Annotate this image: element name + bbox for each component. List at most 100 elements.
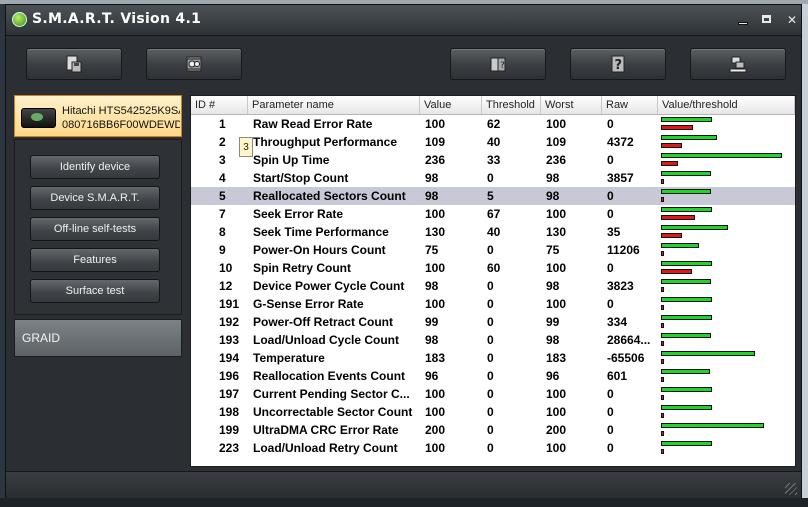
device-smart-button[interactable]: Device S.M.A.R.T.	[30, 186, 160, 210]
resize-grip[interactable]	[785, 483, 797, 495]
cell-parameter-name: UltraDMA CRC Error Rate	[253, 423, 399, 437]
cell-threshold: 0	[487, 369, 494, 383]
toolbar: ? ?	[6, 36, 801, 92]
table-row[interactable]: 191 G-Sense Error Rate 100 0 100 0	[191, 295, 795, 313]
threshold-bar	[661, 233, 682, 238]
threshold-bar	[661, 143, 682, 148]
table-row[interactable]: 198 Uncorrectable Sector Count 100 0 100 0	[191, 403, 795, 421]
threshold-bar	[661, 413, 664, 418]
cell-raw: 11206	[607, 243, 640, 257]
cell-raw: 0	[607, 261, 614, 275]
question-help-icon: ?	[611, 55, 625, 73]
table-row[interactable]: 7 Seek Error Rate 100 67 100 0	[191, 205, 795, 223]
cell-raw: 0	[607, 387, 614, 401]
table-row[interactable]: 9 Power-On Hours Count 75 0 75 11206	[191, 241, 795, 259]
column-header-3[interactable]: Threshold	[482, 96, 541, 114]
cell-worst: 100	[546, 297, 567, 311]
cell-parameter-name: G-Sense Error Rate	[253, 297, 364, 311]
minimize-button[interactable]	[737, 15, 749, 25]
cell-value: 100	[425, 117, 446, 131]
app-logo-icon	[12, 12, 27, 27]
cell-threshold: 0	[487, 279, 494, 293]
close-button[interactable]: ✕	[786, 14, 798, 26]
threshold-bar	[661, 251, 664, 256]
surface-test-button[interactable]: Surface test	[30, 279, 160, 303]
cell-worst: 100	[546, 117, 567, 131]
help-button[interactable]: ?	[570, 48, 666, 80]
cell-threshold: 0	[487, 333, 494, 347]
table-row[interactable]: 223 Load/Unload Retry Count 100 0 100 0	[191, 439, 795, 457]
cell-value: 96	[425, 369, 439, 383]
cell-value: 100	[425, 261, 446, 275]
cell-parameter-name: Power-On Hours Count	[253, 243, 386, 257]
table-row[interactable]: 3 Spin Up Time 236 33 236 0	[191, 151, 795, 169]
cell-threshold: 0	[487, 315, 494, 329]
column-header-2[interactable]: Value	[420, 96, 482, 114]
smart-table[interactable]: ID # Parameter name Value Threshold Worst Raw…	[190, 95, 796, 467]
settings-button[interactable]	[146, 48, 242, 80]
table-row[interactable]: 194 Temperature 183 0 183 -65506	[191, 349, 795, 367]
cell-raw: 28664...	[607, 333, 651, 347]
cell-value: 98	[425, 189, 439, 203]
threshold-bar	[661, 287, 664, 292]
table-row[interactable]: 10 Spin Retry Count 100 60 100 0	[191, 259, 795, 277]
cell-worst: 99	[546, 315, 560, 329]
cell-worst: 98	[546, 279, 560, 293]
cell-value: 100	[425, 441, 446, 455]
features-button[interactable]: Features	[30, 248, 160, 272]
tooltip: 3	[239, 137, 253, 157]
drive-selector[interactable]: Hitachi HTS542525K9SA 080716BB6F00WDEWD	[14, 95, 182, 137]
maximize-button[interactable]	[762, 15, 774, 25]
cell-raw: 0	[607, 297, 614, 311]
table-row[interactable]: 2 Throughput Performance 109 40 109 4372	[191, 133, 795, 151]
minimize-to-tray-button[interactable]	[690, 48, 786, 80]
threshold-bar	[661, 305, 664, 310]
cell-raw: -65506	[607, 351, 645, 365]
table-row[interactable]: 196 Reallocation Events Count 96 0 96 601	[191, 367, 795, 385]
threshold-bar	[661, 341, 664, 346]
help-book-button[interactable]: ?	[450, 48, 546, 80]
table-row[interactable]: 192 Power-Off Retract Count 99 0 99 334	[191, 313, 795, 331]
table-row[interactable]: 193 Load/Unload Cycle Count 98 0 98 28664...	[191, 331, 795, 349]
table-row[interactable]: 12 Device Power Cycle Count 98 0 98 3823	[191, 277, 795, 295]
table-row[interactable]: 199 UltraDMA CRC Error Rate 200 0 200 0	[191, 421, 795, 439]
minimize-to-tray-icon	[729, 56, 747, 73]
threshold-bar	[661, 431, 664, 436]
cell-worst: 75	[546, 243, 560, 257]
threshold-bar	[661, 197, 664, 202]
cell-value: 75	[425, 243, 439, 257]
threshold-bar	[661, 395, 664, 400]
cell-raw: 601	[607, 369, 628, 383]
value-bar	[661, 207, 712, 212]
graid-section[interactable]: GRAID	[14, 319, 182, 357]
column-header-4[interactable]: Worst	[541, 96, 602, 114]
table-row[interactable]: 4 Start/Stop Count 98 0 98 3857	[191, 169, 795, 187]
value-bar	[661, 171, 711, 176]
table-row[interactable]: 197 Current Pending Sector C... 100 0 100 0	[191, 385, 795, 403]
column-header-5[interactable]: Raw	[602, 96, 658, 114]
table-row[interactable]: 8 Seek Time Performance 130 40 130 35	[191, 223, 795, 241]
title-bar[interactable]: S.M.A.R.T. Vision 4.1 ✕	[6, 5, 801, 36]
offline-self-tests-button[interactable]: Off-line self-tests	[30, 217, 160, 241]
left-panel-empty	[14, 359, 182, 465]
table-row[interactable]: 5 Reallocated Sectors Count 98 5 98 0	[191, 187, 795, 205]
table-row[interactable]: 1 Raw Read Error Rate 100 62 100 0	[191, 115, 795, 133]
column-header-0[interactable]: ID #	[191, 96, 248, 114]
nav-panel: Identify device Device S.M.A.R.T. Off-li…	[14, 139, 182, 315]
cell-parameter-name: Uncorrectable Sector Count	[253, 405, 413, 419]
cell-worst: 100	[546, 261, 567, 275]
cell-worst: 96	[546, 369, 560, 383]
threshold-bar	[661, 215, 695, 220]
cell-worst: 98	[546, 171, 560, 185]
window-title: S.M.A.R.T. Vision 4.1	[32, 11, 202, 27]
save-report-icon	[66, 55, 82, 73]
value-bar	[661, 279, 711, 284]
svg-text:?: ?	[615, 58, 623, 73]
cell-raw: 35	[607, 225, 621, 239]
column-header-1[interactable]: Parameter name	[248, 96, 420, 114]
save-report-button[interactable]	[26, 48, 122, 80]
identify-device-button[interactable]: Identify device	[30, 155, 160, 179]
cell-threshold: 5	[487, 189, 494, 203]
cell-raw: 334	[607, 315, 628, 329]
column-header-6[interactable]: Value/threshold	[658, 96, 795, 114]
